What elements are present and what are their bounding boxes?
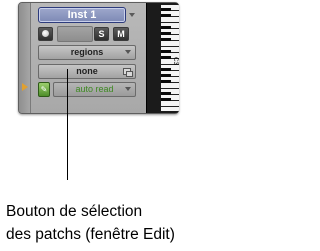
mute-button[interactable]: M: [113, 27, 129, 41]
piano-black-key: [161, 26, 171, 29]
piano-black-key: [161, 38, 171, 41]
callout-caption: Bouton de sélection des patchs (fenêtre …: [6, 200, 242, 246]
track-view-selector[interactable]: regions: [38, 45, 136, 60]
piano-black-key: [161, 98, 171, 101]
track-name-field[interactable]: Inst 1: [38, 7, 126, 23]
track-name-dropdown[interactable]: [127, 7, 137, 23]
patch-select-button[interactable]: none: [38, 64, 136, 79]
track-view-label: regions: [70, 47, 104, 57]
chevron-down-icon: [125, 87, 131, 91]
mini-piano-keyboard[interactable]: C3: [146, 3, 179, 113]
automation-figure-icon: ✎: [38, 82, 50, 97]
expand-arrow-icon[interactable]: [22, 83, 28, 91]
chevron-down-icon: [125, 50, 131, 54]
chevron-down-icon: [129, 13, 135, 17]
piano-black-key: [161, 14, 171, 17]
automation-row: ✎ auto read: [38, 82, 136, 97]
piano-black-key: [161, 8, 171, 11]
octave-label: C3: [171, 57, 178, 65]
piano-black-key: [161, 74, 171, 77]
piano-black-key: [161, 56, 171, 59]
solo-button[interactable]: S: [94, 27, 109, 41]
callout-pointer-line: [67, 69, 68, 180]
record-dot-icon: [42, 30, 49, 37]
automation-mode-selector[interactable]: auto read: [53, 82, 136, 97]
piano-black-key: [161, 32, 171, 35]
record-enable-button[interactable]: [38, 27, 53, 41]
piano-black-key: [161, 68, 171, 71]
piano-black-key: [161, 50, 171, 53]
callout-caption-line-1: Bouton de sélection: [6, 203, 143, 220]
patch-window-icon: [123, 68, 133, 77]
callout-caption-line-2: des patchs (fenêtre Edit): [6, 226, 175, 243]
piano-black-key: [161, 80, 171, 83]
input-monitor-button[interactable]: [57, 26, 93, 42]
piano-black-key: [161, 92, 171, 95]
patch-select-label: none: [76, 66, 98, 76]
track-side-strip: [19, 3, 31, 113]
automation-mode-label: auto read: [75, 84, 114, 94]
track-header-panel: Inst 1 S M regions none ✎ auto read C3: [18, 2, 179, 114]
